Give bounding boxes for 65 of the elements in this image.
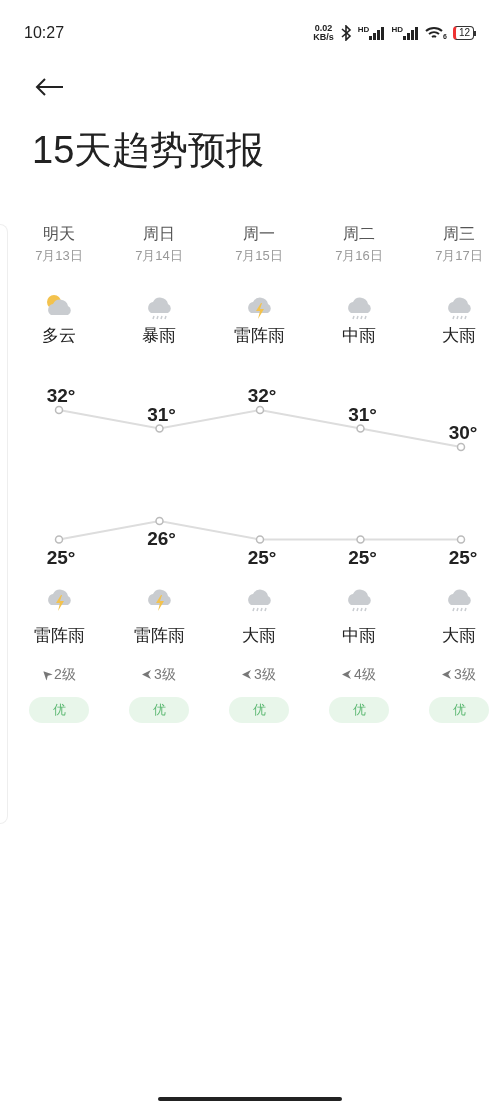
temperature-label: 32° [46,385,76,406]
temperature-label: 25° [46,546,76,568]
temperature-point [155,424,164,433]
wind-level: 3级 [254,665,276,683]
temperature-label: 25° [348,546,377,568]
temperature-point [54,405,64,415]
wind-arrow-icon [142,669,152,679]
weather-label: 大雨 [442,625,476,647]
wifi-icon [424,26,443,40]
temperature-label: 30° [448,422,478,443]
weather-label: 雷阵雨 [133,625,185,647]
air-quality-badge: 优 [29,697,89,723]
weather-label: 暴雨 [142,325,176,347]
date-label: 7月14日 [135,247,183,265]
weather-label: 雷阵雨 [33,625,85,647]
day-label: 周日 [143,224,175,244]
weather-label: 多云 [42,325,76,347]
signal-icon [369,26,386,40]
date-label: 7月16日 [335,247,383,265]
wind-arrow-icon [342,669,352,679]
date-label: 7月17日 [435,247,483,265]
temperature-label: 25° [247,546,277,568]
wind-level: 3级 [454,665,476,683]
air-quality-badge: 优 [229,697,289,723]
network-speed-unit: KB/s [313,33,334,42]
temperature-point [356,535,365,544]
hd-label: HD [357,26,370,34]
temperature-point [456,442,466,452]
wind-arrow-icon [442,669,452,679]
temperature-point [255,535,265,544]
temperature-point [456,535,466,544]
network-speed-value: 0.02 [314,24,333,33]
day-label: 周三 [443,224,475,244]
weather-label: 中雨 [342,325,376,347]
back-arrow-icon [34,77,64,97]
temperature-label: 31° [147,403,176,425]
status-time: 10:27 [24,23,65,43]
temperature-label: 26° [147,528,176,549]
temperature-point [155,516,164,526]
wind-arrow-icon [242,669,252,679]
temperature-point [356,424,365,433]
air-quality-badge: 优 [329,697,389,723]
temperature-point [255,405,265,415]
weather-label: 中雨 [342,625,376,647]
weather-label: 雷阵雨 [233,325,285,347]
date-label: 7月13日 [35,247,83,265]
page-title: 15天趋势预报 [32,128,266,173]
wind-level: 2级 [54,665,76,683]
day-label: 周二 [343,224,375,244]
temperature-label: 32° [247,385,277,406]
weather-label: 大雨 [442,325,476,347]
air-quality-badge: 优 [429,697,489,723]
wind-level: 3级 [154,665,176,683]
temperature-label: 25° [448,546,478,568]
date-label: 7月15日 [235,247,283,265]
day-label: 明天 [43,224,75,244]
signal-icon [402,26,419,40]
temperature-point [54,535,64,544]
wind-level: 4级 [354,665,376,683]
air-quality-badge: 优 [129,697,189,723]
temperature-label: 31° [348,403,377,425]
bluetooth-icon [339,25,352,41]
hd-label: HD [391,26,403,34]
weather-label: 大雨 [242,625,276,647]
day-label: 周一 [243,224,275,244]
